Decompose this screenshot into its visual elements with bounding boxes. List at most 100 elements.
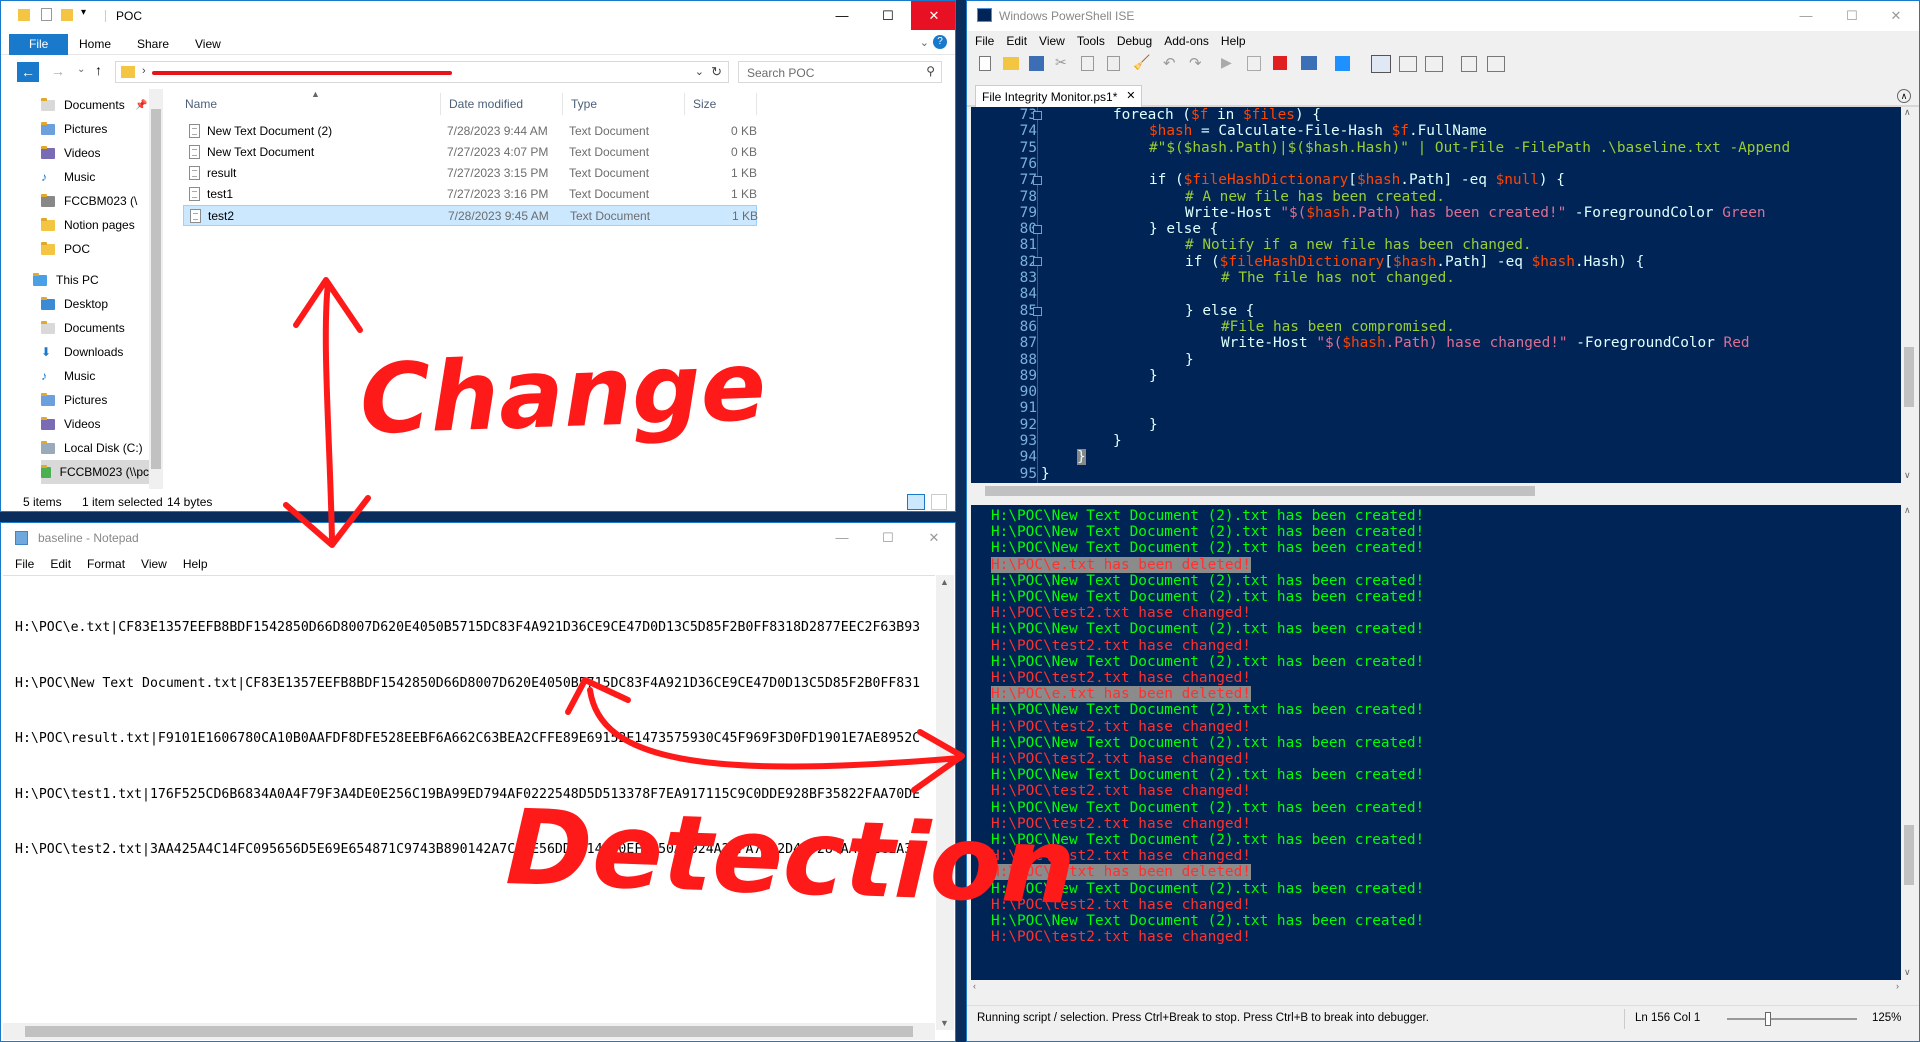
zoom-slider[interactable] <box>1727 1012 1857 1026</box>
editor-horizontal-scrollbar-thumb[interactable] <box>985 486 1535 496</box>
editor-scrollbar-thumb[interactable] <box>1904 347 1914 407</box>
nav-item-videos[interactable]: Videos <box>41 141 191 165</box>
tab-file-integrity-monitor[interactable]: File Integrity Monitor.ps1* ✕ <box>975 85 1143 107</box>
large-icons-view-icon[interactable] <box>931 494 947 510</box>
refresh-icon[interactable]: ↻ <box>711 64 722 80</box>
maximize-button[interactable]: ☐ <box>865 523 911 552</box>
tab-home[interactable]: Home <box>65 34 125 55</box>
menu-file[interactable]: File <box>969 34 1000 48</box>
fold-marker-icon[interactable] <box>1033 225 1042 234</box>
nav-item-music-pc[interactable]: ♪ Music <box>41 364 191 388</box>
back-icon[interactable]: ← <box>17 62 39 82</box>
editor-horizontal-scrollbar[interactable] <box>971 483 1901 499</box>
column-name[interactable]: Name <box>177 93 441 115</box>
console-pane[interactable]: H:\POC\New Text Document (2).txt has bee… <box>971 505 1901 980</box>
maximize-button[interactable]: ☐ <box>865 1 911 30</box>
address-bar[interactable]: › ⌄ ↻ <box>115 61 729 83</box>
file-row-selected[interactable]: test2 7/28/2023 9:45 AM Text Document 1 KB <box>183 205 758 226</box>
column-size[interactable]: Size <box>685 93 757 115</box>
undo-icon[interactable]: ↶ <box>1163 54 1176 72</box>
file-row[interactable]: New Text Document 7/27/2023 4:07 PM Text D… <box>183 142 757 163</box>
nav-item-network-drive[interactable]: FCCBM023 (\ <box>41 189 191 213</box>
nav-item-videos-pc[interactable]: Videos <box>41 412 191 436</box>
run-script-icon[interactable]: ▶ <box>1221 54 1232 71</box>
scroll-up-icon[interactable]: ∧ <box>1904 107 1911 118</box>
tab-view[interactable]: View <box>181 34 235 55</box>
scroll-down-icon[interactable]: ∨ <box>1904 470 1911 481</box>
menu-help[interactable]: Help <box>1215 34 1252 48</box>
menu-edit[interactable]: Edit <box>42 557 79 571</box>
fold-marker-icon[interactable] <box>1033 111 1042 120</box>
scroll-down-icon[interactable]: ∨ <box>1904 967 1911 978</box>
zoom-slider-thumb[interactable] <box>1765 1012 1771 1026</box>
start-powershell-icon[interactable] <box>1335 56 1350 71</box>
menu-file[interactable]: File <box>7 557 42 571</box>
copy-icon[interactable] <box>1081 56 1094 71</box>
file-row[interactable]: test1 7/27/2023 3:16 PM Text Document 1 KB <box>183 184 757 205</box>
tab-share[interactable]: Share <box>123 34 183 55</box>
nav-item-network-share[interactable]: FCCBM023 (\\pc <box>41 460 149 484</box>
script-editor[interactable]: 73 74 75 76 77 78 79 80 81 82 83 84 85 86 87 88 89 90 91 92… <box>971 107 1901 483</box>
scroll-right-icon[interactable]: › <box>1896 981 1899 991</box>
close-tab-icon[interactable]: ✕ <box>1126 89 1135 102</box>
notepad-vertical-scrollbar[interactable]: ▲ ▼ <box>936 575 954 1030</box>
nav-item-local-disk[interactable]: Local Disk (C:) <box>41 436 191 460</box>
show-command-addon-icon[interactable] <box>1487 56 1505 72</box>
console-scrollbar-thumb[interactable] <box>1904 825 1914 885</box>
new-file-icon[interactable] <box>979 56 991 71</box>
help-icon[interactable]: ? <box>933 35 947 49</box>
open-icon[interactable] <box>1003 57 1019 70</box>
search-icon[interactable]: ⚲ <box>926 64 935 78</box>
run-selection-icon[interactable] <box>1247 56 1261 71</box>
scroll-left-icon[interactable]: ‹ <box>973 981 976 991</box>
notepad-horizontal-scrollbar[interactable] <box>3 1023 935 1040</box>
collapse-script-pane-icon[interactable]: ∧ <box>1897 89 1911 103</box>
nav-item-poc[interactable]: POC <box>41 237 191 261</box>
menu-tools[interactable]: Tools <box>1071 34 1111 48</box>
paste-icon[interactable] <box>1107 56 1120 71</box>
fold-marker-icon[interactable] <box>1033 307 1042 316</box>
details-view-icon[interactable] <box>907 494 925 510</box>
editor-vertical-scrollbar[interactable]: ∧ ∨ <box>1901 107 1917 483</box>
nav-item-documents-pc[interactable]: Documents <box>41 316 191 340</box>
close-button[interactable]: ✕ <box>1873 1 1919 30</box>
file-row[interactable]: result 7/27/2023 3:15 PM Text Document 1 KB <box>183 163 757 184</box>
stop-icon[interactable] <box>1273 56 1287 70</box>
fold-marker-icon[interactable] <box>1033 176 1042 185</box>
show-script-right-icon[interactable] <box>1399 56 1417 72</box>
properties-icon[interactable] <box>41 8 52 21</box>
nav-item-music[interactable]: ♪ Music <box>41 165 191 189</box>
menu-view[interactable]: View <box>1033 34 1071 48</box>
nav-scrollbar[interactable] <box>149 89 163 489</box>
new-folder-icon[interactable] <box>61 9 73 21</box>
close-button[interactable]: ✕ <box>911 1 955 30</box>
menu-help[interactable]: Help <box>175 557 216 571</box>
close-button[interactable]: ✕ <box>911 523 955 552</box>
column-type[interactable]: Type <box>563 93 685 115</box>
fold-marker-icon[interactable] <box>1033 257 1042 266</box>
scroll-up-icon[interactable]: ▲ <box>940 577 949 587</box>
menu-format[interactable]: Format <box>79 557 133 571</box>
console-horizontal-scrollbar[interactable]: ‹ › <box>971 980 1901 996</box>
menu-add-ons[interactable]: Add-ons <box>1158 34 1215 48</box>
scroll-down-icon[interactable]: ▼ <box>940 1018 949 1028</box>
menu-debug[interactable]: Debug <box>1111 34 1158 48</box>
recent-locations-icon[interactable]: ⌄ <box>77 64 85 75</box>
console-vertical-scrollbar[interactable]: ∧ ∨ <box>1901 505 1917 980</box>
nav-item-notion-pages[interactable]: Notion pages <box>41 213 191 237</box>
minimize-button[interactable]: — <box>1783 1 1829 30</box>
nav-item-desktop[interactable]: Desktop <box>41 292 191 316</box>
minimize-button[interactable]: — <box>819 523 865 552</box>
nav-item-pictures-pc[interactable]: Pictures <box>41 388 191 412</box>
quick-access-dropdown-icon[interactable]: ▾ <box>81 7 86 18</box>
search-box[interactable]: Search POC ⚲ <box>738 61 942 83</box>
notepad-horizontal-scrollbar-thumb[interactable] <box>25 1026 913 1037</box>
notepad-text-area[interactable]: H:\POC\e.txt|CF83E1357EEFB8BDF1542850D66… <box>3 575 935 1035</box>
address-dropdown-icon[interactable]: ⌄ <box>695 65 704 78</box>
nav-item-downloads[interactable]: ⬇ Downloads <box>41 340 191 364</box>
tab-file[interactable]: File <box>9 34 69 55</box>
show-command-window-icon[interactable] <box>1461 56 1477 72</box>
nav-item-pictures[interactable]: Pictures <box>41 117 191 141</box>
up-icon[interactable]: ↑ <box>95 62 102 78</box>
column-date-modified[interactable]: Date modified <box>441 93 563 115</box>
